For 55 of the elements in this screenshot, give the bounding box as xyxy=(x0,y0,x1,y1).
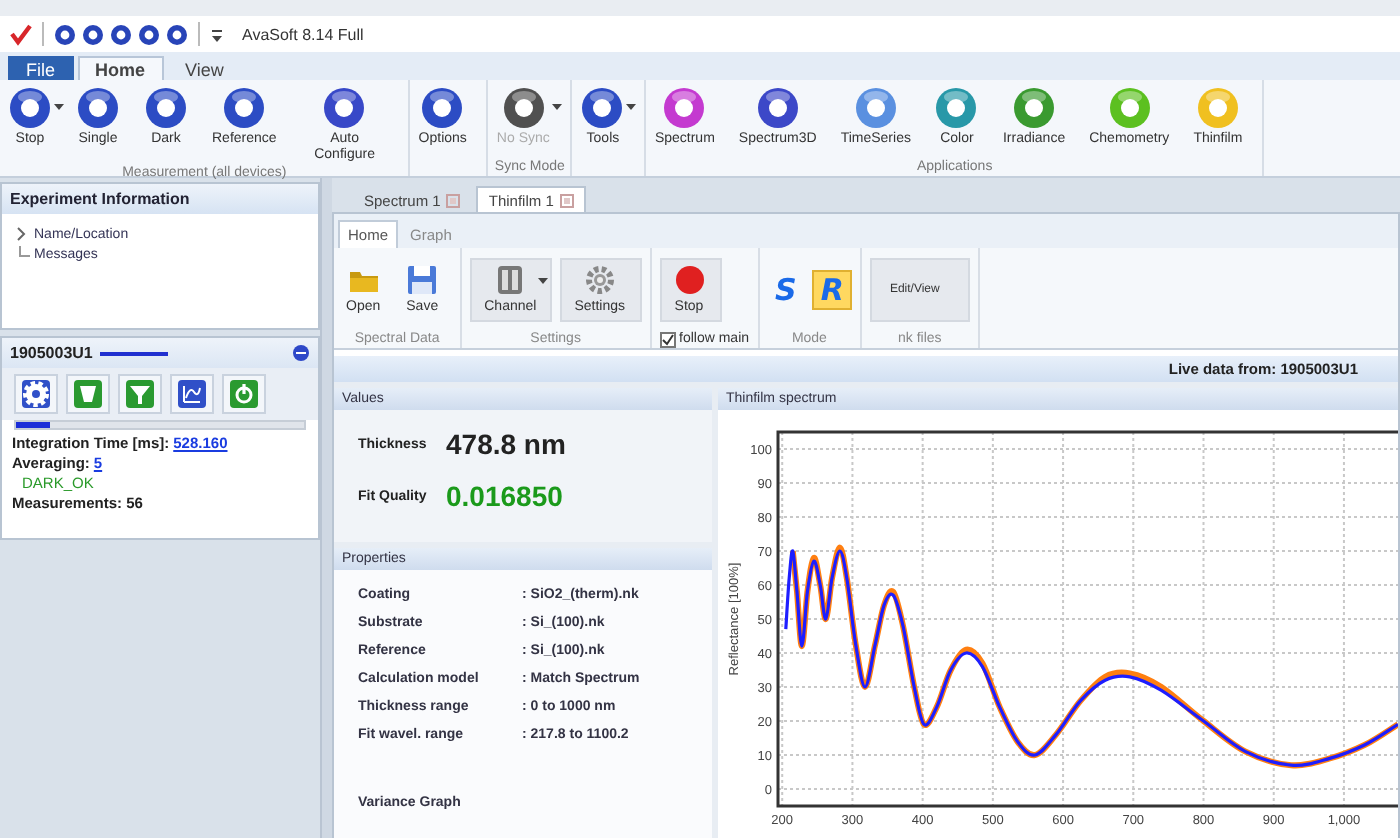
tool-button[interactable] xyxy=(66,374,110,414)
toolbar-circle-icon[interactable] xyxy=(110,23,132,45)
orb-icon xyxy=(934,86,979,130)
tool-button[interactable] xyxy=(118,374,162,414)
orb-icon xyxy=(76,86,120,130)
file-menu[interactable]: File xyxy=(8,56,74,80)
caret-icon xyxy=(54,104,64,112)
thickness-value: 478.8 nm xyxy=(446,428,566,460)
orb-icon xyxy=(420,86,465,130)
toolbar-circle-icon[interactable] xyxy=(82,23,104,45)
fit-quality-value: 0.016850 xyxy=(446,480,563,512)
orb-icon xyxy=(144,86,188,130)
orb-icon xyxy=(755,86,800,130)
orb-icon xyxy=(222,86,267,130)
orb-icon xyxy=(662,86,707,130)
tool-button[interactable] xyxy=(170,374,214,414)
orb-icon xyxy=(8,86,52,130)
orb-icon xyxy=(322,86,367,130)
chart-icon xyxy=(178,380,206,408)
caret-icon xyxy=(551,104,562,112)
signal-line xyxy=(100,351,169,355)
pin-icon xyxy=(446,193,461,207)
orb-icon xyxy=(580,86,625,130)
orb-icon xyxy=(1012,86,1057,130)
power-icon xyxy=(230,380,258,408)
pin-icon xyxy=(559,193,574,207)
settings-icon xyxy=(583,264,616,296)
tool-button[interactable] xyxy=(14,374,58,414)
stop-icon xyxy=(673,264,705,296)
orb-icon xyxy=(1107,86,1152,130)
menu-tab[interactable]: View xyxy=(167,56,242,80)
customize-icon xyxy=(210,25,224,43)
caret-icon xyxy=(538,277,549,285)
orb-icon xyxy=(1195,86,1240,130)
funnel-icon xyxy=(126,380,154,408)
gear-icon xyxy=(22,380,50,408)
cup-icon xyxy=(74,380,102,408)
menu-tab[interactable]: Home xyxy=(77,56,164,80)
toolbar-circle-icon[interactable] xyxy=(138,23,160,45)
orb-icon xyxy=(501,86,546,130)
check-icon xyxy=(8,22,32,46)
orb-icon xyxy=(853,86,898,130)
panel-icon xyxy=(494,264,527,296)
checkbox[interactable] xyxy=(659,331,675,347)
mode-button[interactable]: S xyxy=(767,269,805,309)
device-name: 1905003U1 xyxy=(10,344,93,362)
caret-icon xyxy=(626,104,637,112)
toolbar-circle-icon[interactable] xyxy=(166,23,188,45)
toolbar-circle-icon[interactable] xyxy=(54,23,76,45)
collapse-icon[interactable] xyxy=(292,344,310,362)
mode-button[interactable]: R xyxy=(812,269,852,309)
window-title: AvaSoft 8.14 Full xyxy=(242,25,364,43)
tool-button[interactable] xyxy=(222,374,266,414)
panel-title: Experiment Information xyxy=(2,184,318,214)
check-icon xyxy=(661,333,673,345)
